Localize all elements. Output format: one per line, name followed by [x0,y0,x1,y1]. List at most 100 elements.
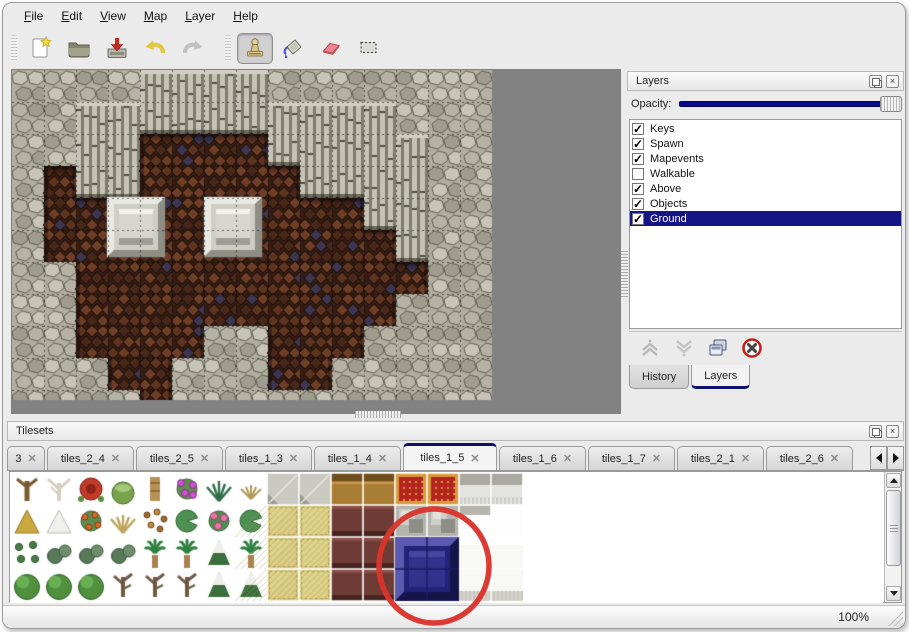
toolbar-drag-handle[interactable] [11,35,17,61]
close-tab-icon[interactable]: ✕ [111,452,120,465]
palette-scrollbar[interactable] [884,472,901,602]
tilesets-dock-title: Tilesets [16,425,54,437]
rect-select-icon [356,35,382,61]
menu-file[interactable]: File [24,9,43,23]
tileset-tab-label: tiles_2_5 [150,453,194,465]
tileset-tab-tiles_2_1[interactable]: tiles_2_1✕ [677,446,764,470]
tileset-tab-tiles_1_5[interactable]: tiles_1_5 ✕ [403,443,497,470]
rect-select-tool-button[interactable] [351,33,387,64]
float-panel-icon[interactable] [869,75,882,88]
close-tab-icon[interactable]: ✕ [652,452,661,465]
close-tab-icon[interactable]: ✕ [470,452,479,465]
tileset-tab-bar: 3✕tiles_2_4✕tiles_2_5✕tiles_1_3✕tiles_1_… [7,443,904,471]
tilesets-dock: Tilesets × 3✕tiles_2_4✕tiles_2_5✕tiles_1… [7,421,904,607]
layer-label: Spawn [650,138,684,150]
stamp-tool-button[interactable] [237,33,273,64]
fill-tool-button[interactable] [275,33,311,64]
move-layer-up-button[interactable] [639,338,661,358]
checkbox-checked-icon[interactable]: ✓ [632,153,644,165]
horizontal-splitter-grip[interactable] [355,411,401,418]
undo-button[interactable] [137,33,173,64]
layers-dock-titlebar: Layers × [627,71,904,91]
layer-row-keys[interactable]: ✓Keys [630,121,901,136]
tileset-tab-tiles_2_6[interactable]: tiles_2_6✕ [766,446,853,470]
scroll-tabs-right-icon[interactable] [887,446,904,470]
layer-label: Mapevents [650,153,704,165]
new-file-button[interactable] [23,33,59,64]
layer-label: Walkable [650,168,695,180]
menu-layer[interactable]: Layer [185,9,215,23]
save-icon [104,35,130,61]
checkbox-checked-icon[interactable]: ✓ [632,138,644,150]
tileset-tab-label: tiles_2_4 [61,453,105,465]
scroll-tabs-left-icon[interactable] [870,446,887,470]
layer-row-above[interactable]: ✓Above [630,181,901,196]
tileset-tab-label: tiles_1_3 [239,453,283,465]
tileset-tab-tiles_2_4[interactable]: tiles_2_4 ✕ [47,446,134,470]
menu-view[interactable]: View [100,9,126,23]
close-panel-icon[interactable]: × [886,75,899,88]
close-tab-icon[interactable]: ✕ [741,452,750,465]
tileset-tab-tiles_1_6[interactable]: tiles_1_6✕ [499,446,586,470]
move-layer-down-button[interactable] [673,338,695,358]
open-file-button[interactable] [61,33,97,64]
undo-icon [142,35,168,61]
tileset-tab-3[interactable]: 3✕ [7,446,45,470]
tileset-palette-canvas[interactable] [10,472,883,603]
scroll-down-icon[interactable] [886,586,901,601]
resize-grip[interactable] [885,608,903,626]
tab-history[interactable]: History [629,365,689,389]
tileset-palette-area[interactable] [9,471,902,603]
tileset-tab-tiles_1_4[interactable]: tiles_1_4✕ [314,446,401,470]
close-tab-icon[interactable]: ✕ [200,452,209,465]
close-tilesets-icon[interactable]: × [886,425,899,438]
tileset-tab-tiles_1_3[interactable]: tiles_1_3 ✕ [225,446,312,470]
delete-layer-button[interactable] [741,338,763,358]
tileset-tab-label: tiles_1_7 [602,453,646,465]
eraser-icon [318,35,344,61]
close-tab-icon[interactable]: ✕ [27,452,36,465]
palette-scrollbar-thumb[interactable] [886,490,901,566]
menu-map[interactable]: Map [144,9,167,23]
layer-row-walkable[interactable]: Walkable [630,166,901,181]
toolbar-drag-handle-2[interactable] [225,35,231,61]
layer-row-ground[interactable]: ✓ Ground [630,211,901,226]
tileset-tab-tiles_1_7[interactable]: tiles_1_7 ✕ [588,446,675,470]
float-tilesets-icon[interactable] [869,425,882,438]
eraser-tool-button[interactable] [313,33,349,64]
tileset-tab-label: tiles_1_5 [420,452,464,464]
tileset-tab-label: 3 [15,453,21,465]
menu-help[interactable]: Help [233,9,258,23]
checkbox-checked-icon[interactable]: ✓ [632,123,644,135]
opacity-slider-handle[interactable] [880,96,902,112]
checkbox-unchecked-icon[interactable] [632,168,644,180]
map-canvas-area[interactable] [11,69,621,414]
layer-row-spawn[interactable]: ✓ Spawn [630,136,901,151]
menu-edit[interactable]: Edit [61,9,82,23]
close-tab-icon[interactable]: ✕ [378,452,387,465]
save-file-button[interactable] [99,33,135,64]
menu-bar: File Edit View Map Layer Help [3,7,905,29]
layer-row-objects[interactable]: ✓Objects [630,196,901,211]
opacity-slider[interactable] [679,96,902,112]
close-tab-icon[interactable]: ✕ [289,452,298,465]
tab-layers[interactable]: Layers [691,365,750,389]
opacity-label: Opacity: [631,98,671,110]
close-tab-icon[interactable]: ✕ [563,452,572,465]
opacity-row: Opacity: [627,91,904,117]
zoom-level: 100% [838,610,869,624]
layer-label: Ground [650,213,687,225]
open-file-icon [66,35,92,61]
opacity-slider-groove [679,101,902,107]
scroll-up-icon[interactable] [886,473,901,488]
checkbox-checked-icon[interactable]: ✓ [632,213,644,225]
duplicate-layer-button[interactable] [707,338,729,358]
redo-button[interactable] [175,33,211,64]
checkbox-checked-icon[interactable]: ✓ [632,183,644,195]
map-canvas[interactable] [12,70,620,413]
redo-icon [180,35,206,61]
close-tab-icon[interactable]: ✕ [830,452,839,465]
checkbox-checked-icon[interactable]: ✓ [632,198,644,210]
layer-row-mapevents[interactable]: ✓ Mapevents [630,151,901,166]
tileset-tab-tiles_2_5[interactable]: tiles_2_5 ✕ [136,446,223,470]
